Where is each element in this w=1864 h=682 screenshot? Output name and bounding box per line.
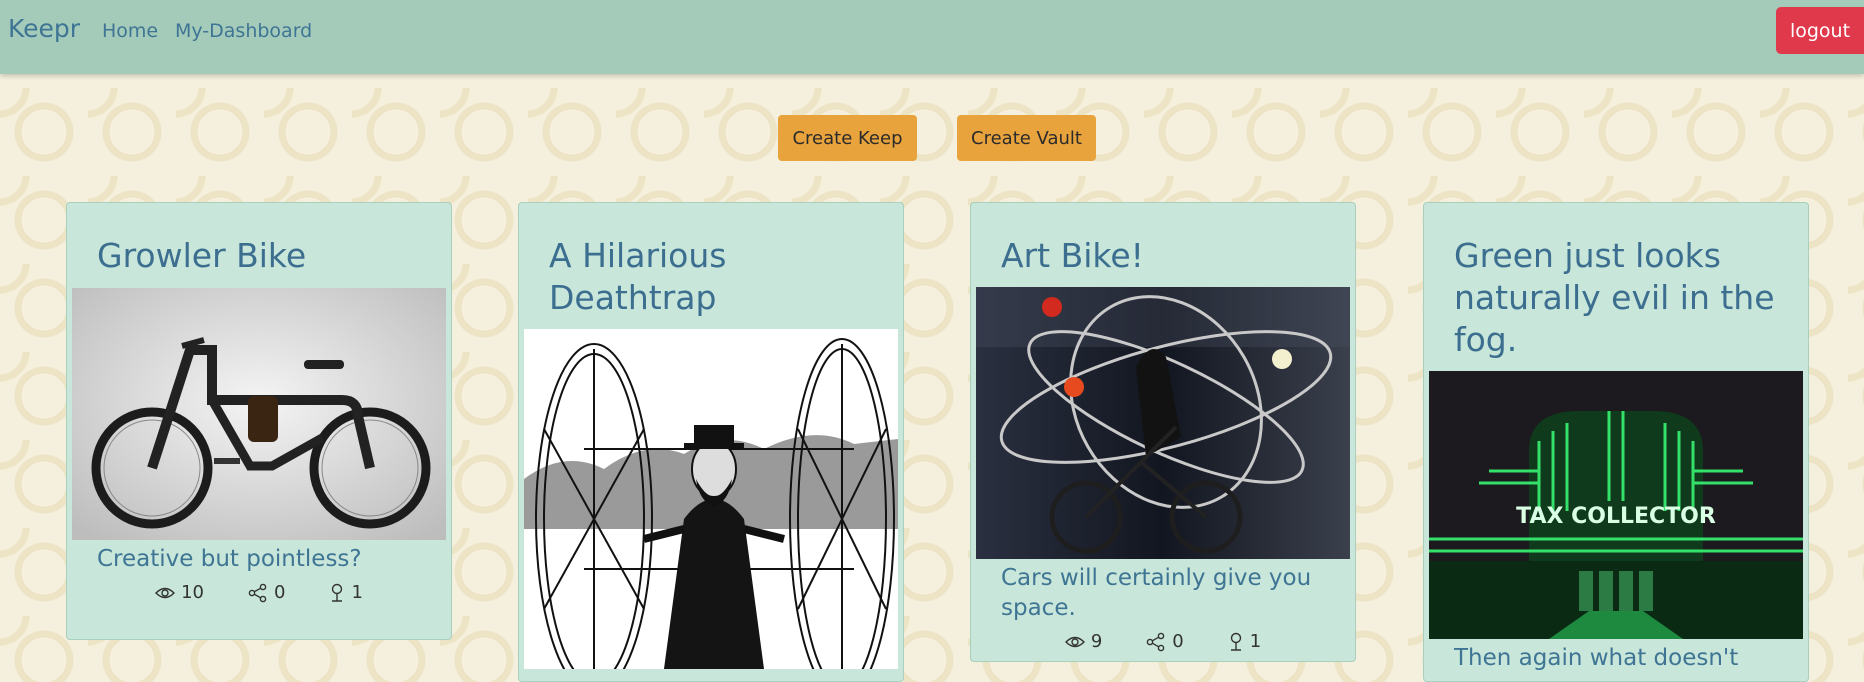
keep-description: Cars will certainly give you space.: [1001, 565, 1312, 621]
pin-icon: [332, 583, 343, 602]
share-icon: [248, 583, 267, 602]
keeps-count: 1: [1249, 631, 1262, 652]
eye-icon: [155, 587, 176, 598]
share-icon: [1146, 632, 1165, 651]
keep-title: Growler Bike: [97, 236, 307, 275]
keep-card-hilarious-deathtrap[interactable]: A Hilarious Deathtrap: [518, 202, 904, 682]
pin-icon: [1230, 632, 1241, 651]
keep-card-growler-bike[interactable]: Growler Bike Creative but pointless? 10: [66, 202, 452, 640]
keeps-stat[interactable]: 1: [1228, 631, 1261, 652]
nav-home-link[interactable]: Home: [102, 20, 158, 42]
tax-collector-sign: TAX COLLECTOR: [1516, 504, 1716, 529]
keep-stats: 9 0 1: [971, 631, 1355, 652]
keeps-count: 1: [351, 582, 363, 603]
shares-count: 0: [274, 582, 286, 603]
views-count: 10: [181, 582, 204, 603]
keep-title: Art Bike!: [1001, 236, 1144, 275]
shares-count: 0: [1172, 631, 1184, 652]
views-stat: 9: [1064, 631, 1103, 652]
keep-title: A Hilarious Deathtrap: [549, 236, 727, 317]
keep-image-tax-collector[interactable]: TAX COLLECTOR: [1429, 371, 1803, 639]
views-count: 9: [1090, 631, 1103, 652]
keep-image-art-bike[interactable]: [976, 287, 1350, 559]
keeps-stat[interactable]: 1: [329, 582, 363, 603]
keep-stats: 10 0 1: [67, 582, 451, 603]
keep-description: Then again what doesn't: [1454, 645, 1739, 671]
views-stat: 10: [155, 582, 204, 603]
brand-logo[interactable]: Keepr: [8, 14, 80, 43]
create-keep-button[interactable]: Create Keep: [778, 115, 917, 161]
create-vault-button[interactable]: Create Vault: [957, 115, 1096, 161]
eye-icon: [1064, 636, 1085, 647]
shares-stat[interactable]: 0: [248, 582, 285, 603]
keep-title: Green just looks naturally evil in the f…: [1454, 236, 1775, 359]
nav-dashboard-link[interactable]: My-Dashboard: [175, 20, 312, 42]
keep-image-deathtrap[interactable]: [524, 329, 898, 669]
keep-card-art-bike[interactable]: Art Bike! Cars will certainly give you s…: [970, 202, 1356, 662]
navbar: Keepr Home My-Dashboard logout: [0, 0, 1864, 74]
logout-button[interactable]: logout: [1776, 7, 1864, 54]
keep-card-tax-collector[interactable]: Green just looks naturally evil in the f…: [1423, 202, 1809, 682]
shares-stat[interactable]: 0: [1146, 631, 1184, 652]
keep-description: Creative but pointless?: [97, 546, 362, 572]
keep-image-growler-bike[interactable]: [72, 288, 446, 540]
